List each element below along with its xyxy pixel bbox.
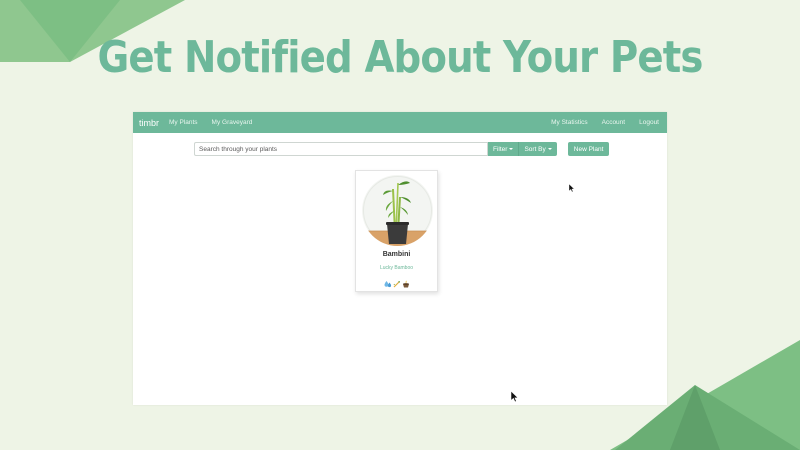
plant-toolbar: Filter Sort By New Plant bbox=[194, 142, 610, 156]
new-plant-button[interactable]: New Plant bbox=[567, 142, 610, 156]
brand-logo[interactable]: timbr bbox=[139, 118, 159, 128]
sort-label: Sort By bbox=[524, 145, 546, 153]
plant-species: Lucky Bamboo bbox=[379, 265, 414, 271]
search-input[interactable] bbox=[194, 142, 488, 156]
sunlight-icon bbox=[393, 275, 401, 293]
nav-link-my-plants[interactable]: My Plants bbox=[169, 119, 198, 126]
filter-label: Filter bbox=[493, 145, 508, 153]
mouse-cursor-icon bbox=[568, 179, 575, 197]
soil-pot-icon bbox=[402, 275, 410, 293]
page-headline: Get Notified About Your Pets bbox=[97, 32, 703, 83]
filter-dropdown-button[interactable]: Filter bbox=[488, 142, 520, 156]
nav-link-logout[interactable]: Logout bbox=[639, 119, 659, 126]
water-drop-icon bbox=[384, 275, 392, 293]
plant-card[interactable]: Bambini Lucky Bamboo bbox=[355, 170, 438, 292]
caret-down-icon bbox=[509, 148, 514, 150]
plant-care-icons bbox=[356, 275, 437, 293]
sort-dropdown-button[interactable]: Sort By bbox=[519, 142, 557, 156]
nav-link-account[interactable]: Account bbox=[602, 119, 626, 126]
mouse-cursor-icon bbox=[510, 389, 519, 407]
plant-name: Bambini bbox=[382, 251, 411, 258]
app-window: timbr My Plants My Graveyard My Statisti… bbox=[133, 112, 667, 405]
plant-photo bbox=[362, 175, 433, 246]
nav-link-my-graveyard[interactable]: My Graveyard bbox=[212, 119, 253, 126]
navbar: timbr My Plants My Graveyard My Statisti… bbox=[133, 112, 667, 133]
caret-down-icon bbox=[547, 148, 552, 150]
nav-link-my-statistics[interactable]: My Statistics bbox=[551, 119, 587, 126]
